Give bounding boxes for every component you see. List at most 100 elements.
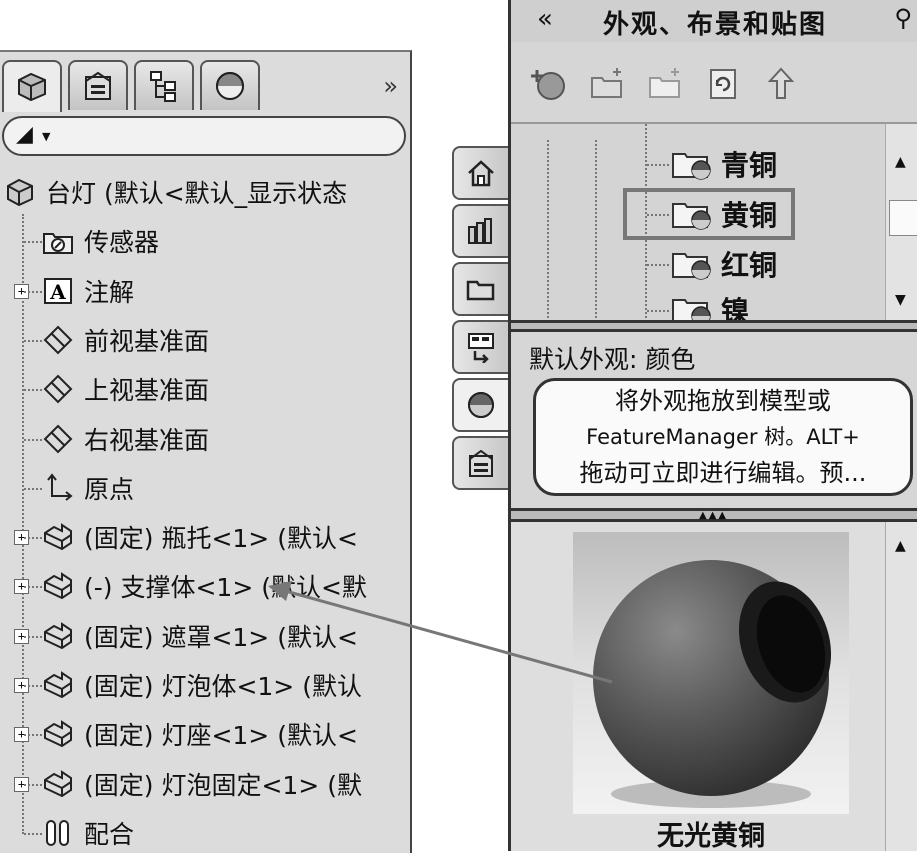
appearance-folder-item[interactable]: 红铜: [671, 244, 777, 284]
folder-label: 红铜: [721, 249, 778, 282]
appearance-folder-icon: [671, 147, 715, 181]
tree-item[interactable]: 配合: [42, 811, 134, 853]
refresh-button[interactable]: [703, 64, 743, 104]
pin-icon[interactable]: ⚲: [894, 4, 912, 32]
assembly-icon: [4, 176, 36, 208]
tree-item[interactable]: 前视基准面: [42, 318, 209, 362]
home-icon: [468, 160, 494, 187]
tree-connector: [595, 140, 597, 322]
feature-manager-icon: [18, 72, 46, 102]
tree-item-label: (固定) 遮罩<1> (默认<: [84, 622, 358, 652]
design-library-icon: [468, 218, 492, 244]
tab-solidworks-resources[interactable]: [452, 146, 508, 200]
tree-item[interactable]: (固定) 灯泡固定<1> (默: [42, 762, 362, 806]
display-manager-icon: [216, 72, 244, 100]
appearance-folder-icon: [671, 293, 715, 322]
tree-connector: [24, 734, 42, 737]
tree-connector: [24, 537, 42, 540]
expand-tabs-button[interactable]: »: [383, 72, 398, 100]
scrollbar-thumb[interactable]: [889, 200, 917, 236]
tree-root-assembly[interactable]: 台灯 (默认<默认_显示状态: [4, 170, 347, 214]
tree-connector: [24, 241, 42, 244]
plane-icon: [42, 373, 74, 405]
part-icon: [42, 718, 74, 750]
appearance-folder-tree: 青铜 黄铜 红铜镍 ▲ ▼: [511, 122, 917, 322]
tab-view-palette[interactable]: [452, 320, 508, 374]
tree-item-label: 右视基准面: [84, 425, 210, 455]
tab-property-manager[interactable]: [68, 60, 128, 110]
tab-display-manager[interactable]: [200, 60, 260, 110]
tree-connector: [24, 290, 42, 293]
folder-label: 青铜: [721, 149, 778, 182]
appearance-preview-area: 无光黄铜 ▲: [511, 522, 917, 852]
up-level-button[interactable]: [761, 64, 801, 104]
add-sphere-icon: [531, 70, 565, 100]
tree-connector: [647, 310, 669, 312]
part-icon: [42, 521, 74, 553]
appearance-folder-item[interactable]: 青铜: [671, 144, 777, 184]
annotation-icon: A: [42, 275, 74, 307]
filter-dropdown-icon[interactable]: ▼: [42, 130, 50, 143]
tree-item-label: 前视基准面: [84, 326, 210, 356]
new-folder-button[interactable]: [645, 64, 685, 104]
tree-item[interactable]: A 注解: [42, 269, 134, 313]
scroll-down-icon[interactable]: ▼: [895, 292, 906, 308]
tree-item-label: (固定) 灯座<1> (默认<: [84, 721, 358, 751]
new-folder-icon: [591, 68, 622, 98]
tree-item[interactable]: 原点: [42, 466, 134, 510]
appearance-sphere-icon: [468, 392, 494, 418]
tree-item[interactable]: (固定) 遮罩<1> (默认<: [42, 614, 358, 658]
tree-item[interactable]: 传感器: [42, 219, 159, 263]
appearance-folder-item[interactable]: 镍: [671, 290, 749, 322]
open-folder-icon: [649, 68, 680, 98]
tree-connector: [24, 438, 42, 441]
tree-item-label: (固定) 灯泡固定<1> (默: [84, 770, 362, 800]
tree-item-label: 上视基准面: [84, 376, 210, 406]
preview-scrollbar[interactable]: ▲: [885, 522, 917, 851]
tree-item[interactable]: (固定) 瓶托<1> (默认<: [42, 515, 358, 559]
tree-connector: [24, 635, 42, 638]
tab-file-explorer[interactable]: [452, 262, 508, 316]
svg-text:A: A: [49, 280, 66, 304]
refresh-icon: [710, 69, 736, 99]
origin-icon: [42, 472, 74, 504]
tree-item-label: 原点: [84, 474, 135, 504]
add-appearance-button[interactable]: [529, 64, 569, 104]
tree-connector: [24, 783, 42, 786]
folder-tree-scrollbar[interactable]: ▲ ▼: [885, 124, 917, 322]
tree-connector: [24, 487, 42, 490]
tree-item[interactable]: (固定) 灯泡体<1> (默认: [42, 663, 362, 707]
view-palette-icon: [468, 333, 494, 363]
tree-connector: [647, 264, 669, 266]
tree-item[interactable]: (-) 支撑体<1> (默认<默: [42, 564, 367, 608]
tree-connector: [647, 164, 669, 166]
tree-item-label: 台灯 (默认<默认_显示状态: [46, 179, 348, 208]
tree-connector: [547, 140, 549, 322]
tree-item[interactable]: 右视基准面: [42, 417, 209, 461]
tree-item-label: 注解: [84, 277, 135, 307]
part-icon: [42, 620, 74, 652]
tab-appearances-scenes[interactable]: [452, 378, 508, 432]
tab-design-library[interactable]: [452, 204, 508, 258]
tree-item[interactable]: 上视基准面: [42, 367, 209, 411]
appearance-folder-icon: [671, 247, 715, 281]
tab-feature-manager[interactable]: [2, 60, 62, 112]
plane-icon: [42, 324, 74, 356]
tree-filter-input[interactable]: ◢ ▼: [2, 116, 406, 156]
splitter[interactable]: [511, 320, 917, 332]
splitter-grip-icon[interactable]: ▲▲▲: [699, 510, 728, 521]
pane-header: « 外观、布景和贴图 ⚲: [511, 0, 917, 42]
tab-custom-properties[interactable]: [452, 436, 508, 490]
tree-connector: [24, 832, 42, 835]
tooltip-line: 拖动可立即进行编辑。预...: [579, 459, 867, 487]
tree-item-label: (-) 支撑体<1> (默认<默: [84, 573, 367, 603]
tab-configuration-manager[interactable]: [134, 60, 194, 110]
tree-item[interactable]: (固定) 灯座<1> (默认<: [42, 712, 358, 756]
tree-item-label: 配合: [84, 819, 135, 849]
appearance-thumbnail[interactable]: [573, 532, 849, 814]
scroll-up-icon[interactable]: ▲: [895, 538, 906, 554]
tree-item-label: (固定) 瓶托<1> (默认<: [84, 524, 358, 554]
add-folder-button[interactable]: [587, 64, 627, 104]
collapse-pane-button[interactable]: «: [537, 4, 553, 34]
scroll-up-icon[interactable]: ▲: [895, 154, 906, 170]
